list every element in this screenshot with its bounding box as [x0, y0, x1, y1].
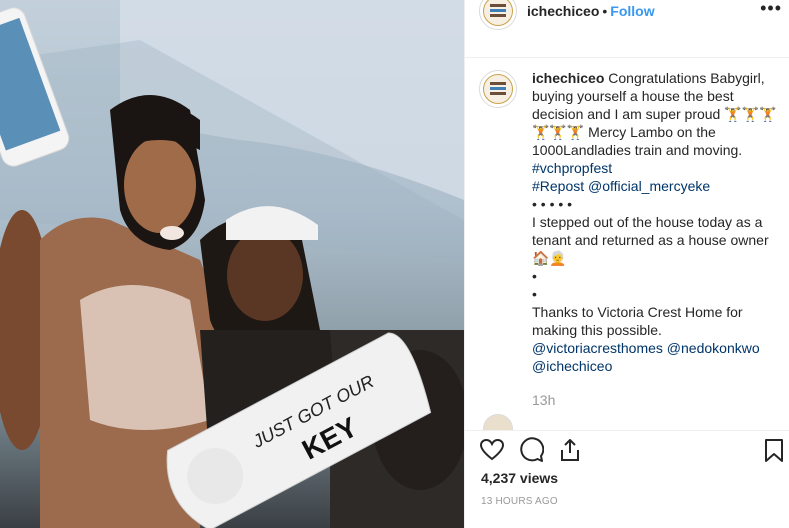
caption-line: • • • • • — [532, 195, 777, 213]
caption-text: buying yourself a house the best — [532, 88, 734, 104]
caption-avatar[interactable] — [479, 70, 517, 108]
author-avatar[interactable] — [479, 0, 517, 30]
caption-text: decision and I am super proud 🏋🏋🏋 — [532, 106, 777, 122]
caption-username[interactable]: ichechiceo — [532, 70, 604, 86]
share-icon[interactable] — [557, 437, 583, 463]
view-count[interactable]: 4,237 views — [481, 470, 558, 486]
comment-icon[interactable] — [518, 437, 544, 463]
header-user-line: ichechiceo • Follow — [527, 4, 655, 18]
brand-logo-icon — [490, 4, 506, 17]
caption-line: decision and I am super proud 🏋🏋🏋 — [532, 105, 777, 123]
video-frame: JUST GOT OUR KEY — [0, 0, 464, 528]
post-sidebar: ichechiceo • Follow ••• ichechiceo Congrat… — [464, 0, 789, 528]
caption-line: 🏋🏋🏋 Mercy Lambo on the — [532, 123, 777, 141]
caption-text: • • • • • — [532, 196, 573, 212]
follow-button[interactable]: Follow — [610, 3, 654, 19]
header-username[interactable]: ichechiceo — [527, 3, 599, 19]
caption-line[interactable]: #Repost @official_mercyeke — [532, 177, 777, 195]
heart-icon[interactable] — [479, 437, 505, 463]
caption-line: I stepped out of the house today as a — [532, 213, 777, 231]
caption-line: 1000Landladies train and moving. — [532, 141, 777, 159]
caption-line: tenant and returned as a house owner — [532, 231, 777, 249]
caption-line[interactable]: @ichechiceo — [532, 357, 777, 375]
bookmark-icon[interactable] — [761, 437, 787, 463]
caption-text: tenant and returned as a house owner — [532, 232, 769, 248]
comments-section[interactable]: ichechiceo Congratulations Babygirl, buyi… — [465, 58, 789, 430]
caption-line: buying yourself a house the best — [532, 87, 777, 105]
caption-text: • — [532, 268, 537, 284]
caption-text: • — [532, 286, 537, 302]
caption-line[interactable]: @victoriacresthomes @nedokonkwo — [532, 339, 777, 357]
caption-link[interactable]: @victoriacresthomes @nedokonkwo — [532, 340, 760, 356]
caption-text: I stepped out of the house today as a — [532, 214, 763, 230]
caption-line: Thanks to Victoria Crest Home for — [532, 303, 777, 321]
brand-logo-icon — [490, 82, 506, 95]
caption-text: Thanks to Victoria Crest Home for — [532, 304, 743, 320]
caption-text: 1000Landladies train and moving. — [532, 142, 743, 158]
action-bar — [465, 430, 789, 470]
caption-line: • — [532, 285, 777, 303]
post-timestamp: 13 HOURS AGO — [481, 496, 558, 507]
post-video[interactable]: JUST GOT OUR KEY — [0, 0, 464, 528]
caption-text: Congratulations Babygirl, — [608, 70, 765, 86]
post-header: ichechiceo • Follow ••• — [465, 0, 789, 58]
caption-timestamp: 13h — [532, 392, 556, 408]
caption-line: 🏠🧑‍🦳 — [532, 249, 777, 267]
post-caption: ichechiceo Congratulations Babygirl, buyi… — [532, 69, 777, 375]
separator-dot: • — [602, 3, 608, 19]
caption-line: • — [532, 267, 777, 285]
caption-text: 🏋🏋🏋 Mercy Lambo on the — [532, 124, 716, 140]
caption-link[interactable]: @ichechiceo — [532, 358, 612, 374]
caption-link[interactable]: #Repost @official_mercyeke — [532, 178, 710, 194]
next-comment-avatar[interactable] — [483, 414, 513, 430]
caption-text: 🏠🧑‍🦳 — [532, 250, 567, 266]
caption-line: making this possible. — [532, 321, 777, 339]
caption-link[interactable]: #vchpropfest — [532, 160, 612, 176]
caption-line[interactable]: #vchpropfest — [532, 159, 777, 177]
more-options-icon[interactable]: ••• — [760, 0, 782, 19]
caption-line: ichechiceo Congratulations Babygirl, — [532, 69, 777, 87]
caption-text: making this possible. — [532, 322, 662, 338]
